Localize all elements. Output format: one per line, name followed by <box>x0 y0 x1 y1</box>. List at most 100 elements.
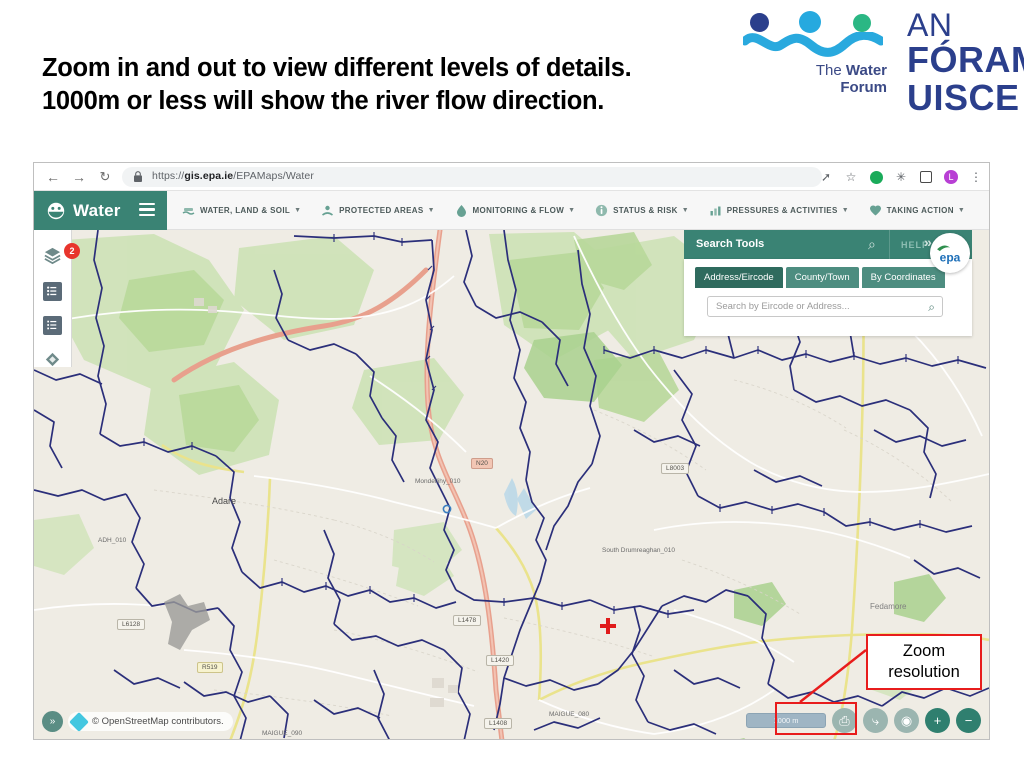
map-left-toolbar: 2 <box>34 230 80 370</box>
epa-logo: epa <box>930 233 970 273</box>
attribution-text: © OpenStreetMap contributors. <box>92 716 224 727</box>
bookmark-star-icon[interactable]: ☆ <box>844 170 858 184</box>
app-brand[interactable]: Water <box>34 191 167 230</box>
menu-label: PRESSURES & ACTIVITIES <box>726 206 838 215</box>
search-submit-icon[interactable]: ⌕ <box>928 300 935 315</box>
basemap-swatch-icon <box>69 711 89 732</box>
search-tools-panel: Search Tools ⌕ HELP » Address/Eircode Co… <box>684 230 972 336</box>
measure-icon[interactable]: ⤷ <box>863 708 888 733</box>
map-label-adh-010: ADH_010 <box>98 537 127 544</box>
protected-areas-icon <box>321 204 334 217</box>
search-tools-title: Search Tools <box>696 238 765 250</box>
logo-dot-blue <box>799 11 821 33</box>
tab-by-coordinates[interactable]: By Coordinates <box>861 267 945 288</box>
menu-item-status-risk[interactable]: STATUS & RISK ▼ <box>595 204 689 217</box>
share-icon[interactable]: ➚ <box>819 170 833 184</box>
chrome-menu-icon[interactable]: ⋮ <box>969 170 983 184</box>
callout-highlight-box <box>775 702 857 735</box>
callout-line-1: Zoom <box>902 642 946 660</box>
menu-label: PROTECTED AREAS <box>339 206 424 215</box>
url-prefix: https:// <box>152 170 185 182</box>
road-shield-n20: N20 <box>471 458 493 469</box>
side-panel-icon[interactable] <box>919 170 933 184</box>
map-crosshair-marker <box>600 618 616 634</box>
puzzle-extension-icon[interactable]: ✳ <box>894 170 908 184</box>
url-domain: gis.epa.ie <box>184 170 234 182</box>
map-label-fedamore: Fedamore <box>870 602 907 611</box>
road-shield-l1478: L1478 <box>453 615 482 626</box>
menu-item-water-land-soil[interactable]: WATER, LAND & SOIL ▼ <box>182 204 301 217</box>
svg-text:epa: epa <box>940 250 961 264</box>
logo-dots <box>745 10 885 34</box>
url-path: /EPAMaps/Water <box>233 170 314 182</box>
logo-wave-icon <box>743 32 883 57</box>
search-input-wrapper[interactable]: Search by Eircode or Address... ⌕ <box>707 296 943 317</box>
monitoring-flow-icon <box>455 204 468 217</box>
browser-toolbar-icons: ➚ ☆ ✳ L ⋮ <box>819 167 983 187</box>
status-risk-icon <box>595 204 608 217</box>
extension-green-icon[interactable] <box>869 170 883 184</box>
app-brand-label: Water <box>73 200 121 220</box>
attribution-toggle-icon[interactable]: » <box>42 711 63 732</box>
main-menu: WATER, LAND & SOIL ▼ PROTECTED AREAS ▼ M… <box>182 191 985 230</box>
locate-pin-icon[interactable]: ◉ <box>894 708 919 733</box>
road-shield-l1408: L1408 <box>484 718 513 729</box>
tab-address-eircode[interactable]: Address/Eircode <box>695 267 783 288</box>
hamburger-menu-icon[interactable] <box>139 203 155 217</box>
menu-label: WATER, LAND & SOIL <box>200 206 291 215</box>
zoom-out-button[interactable]: − <box>956 708 981 733</box>
search-tabs: Address/Eircode County/Town By Coordinat… <box>695 267 945 288</box>
map-label-maigue-080: MAIGUE_080 <box>549 711 590 718</box>
logo-forum: Forum <box>840 79 887 96</box>
forward-icon[interactable]: → <box>70 169 88 185</box>
pressures-activities-icon <box>709 204 722 217</box>
road-shield-l1420: L1420 <box>486 655 515 666</box>
water-land-soil-icon <box>182 204 195 217</box>
logo-water: Water <box>845 62 887 79</box>
map-label-south-drumreaghan-010: South Drumreaghan_010 <box>602 547 675 554</box>
back-icon[interactable]: ← <box>44 169 62 185</box>
reload-icon[interactable]: ↻ <box>96 169 114 185</box>
search-tools-header: Search Tools ⌕ HELP » <box>684 230 972 259</box>
logo-dot-green <box>853 14 871 32</box>
logo-uisce: UISCE <box>907 77 1020 118</box>
basemap-icon[interactable] <box>41 348 63 370</box>
lock-icon <box>134 171 142 182</box>
logo-dot-navy <box>750 13 769 32</box>
menu-item-pressures-activities[interactable]: PRESSURES & ACTIVITIES ▼ <box>709 204 849 217</box>
an-foram-uisce-logo: The Water Forum AN FÓRAM UISCE <box>735 4 1024 124</box>
taking-action-icon <box>869 204 882 217</box>
profile-avatar[interactable]: L <box>944 170 958 184</box>
search-icon[interactable]: ⌕ <box>868 236 876 253</box>
menu-label: STATUS & RISK <box>613 206 678 215</box>
menu-item-taking-action[interactable]: TAKING ACTION ▼ <box>869 204 965 217</box>
menu-label: MONITORING & FLOW <box>472 206 565 215</box>
legend-icon[interactable] <box>41 280 63 302</box>
chevron-down-icon: ▼ <box>294 207 302 214</box>
list-layers-icon[interactable] <box>41 314 63 336</box>
zoom-in-button[interactable]: + <box>925 708 950 733</box>
header-divider <box>889 230 890 259</box>
attribution-pill: © OpenStreetMap contributors. <box>68 711 233 732</box>
logo-an: AN <box>907 7 953 43</box>
search-tools-body: Address/Eircode County/Town By Coordinat… <box>684 259 972 336</box>
logo-the: The <box>815 62 846 79</box>
menu-item-monitoring-flow[interactable]: MONITORING & FLOW ▼ <box>455 204 575 217</box>
chevron-down-icon: ▼ <box>427 207 435 214</box>
layer-count-badge: 2 <box>64 243 80 259</box>
menu-item-protected-areas[interactable]: PROTECTED AREAS ▼ <box>321 204 435 217</box>
map-viewport[interactable]: Adare Croom Fedamore Meanus Mondellihy_0… <box>34 230 989 739</box>
chevron-down-icon: ▼ <box>681 207 689 214</box>
layers-icon[interactable] <box>41 244 63 266</box>
browser-toolbar: ← → ↻ https://gis.epa.ie/EPAMaps/Water ➚… <box>34 163 989 191</box>
chevron-down-icon: ▼ <box>957 207 965 214</box>
road-shield-l6128: L6128 <box>117 619 146 630</box>
map-label-mondellihy-010: Mondellihy_010 <box>415 478 461 485</box>
logo-foram: FÓRAM <box>907 39 1024 80</box>
page-title-line-2: 1000m or less will show the river flow d… <box>42 87 605 115</box>
tab-county-town[interactable]: County/Town <box>785 267 859 288</box>
logo-the-water-text: The Water Forum <box>745 62 887 96</box>
search-input[interactable]: Search by Eircode or Address... <box>716 301 850 312</box>
map-attribution: » © OpenStreetMap contributors. <box>42 711 233 732</box>
url-text: https://gis.epa.ie/EPAMaps/Water <box>152 170 314 182</box>
